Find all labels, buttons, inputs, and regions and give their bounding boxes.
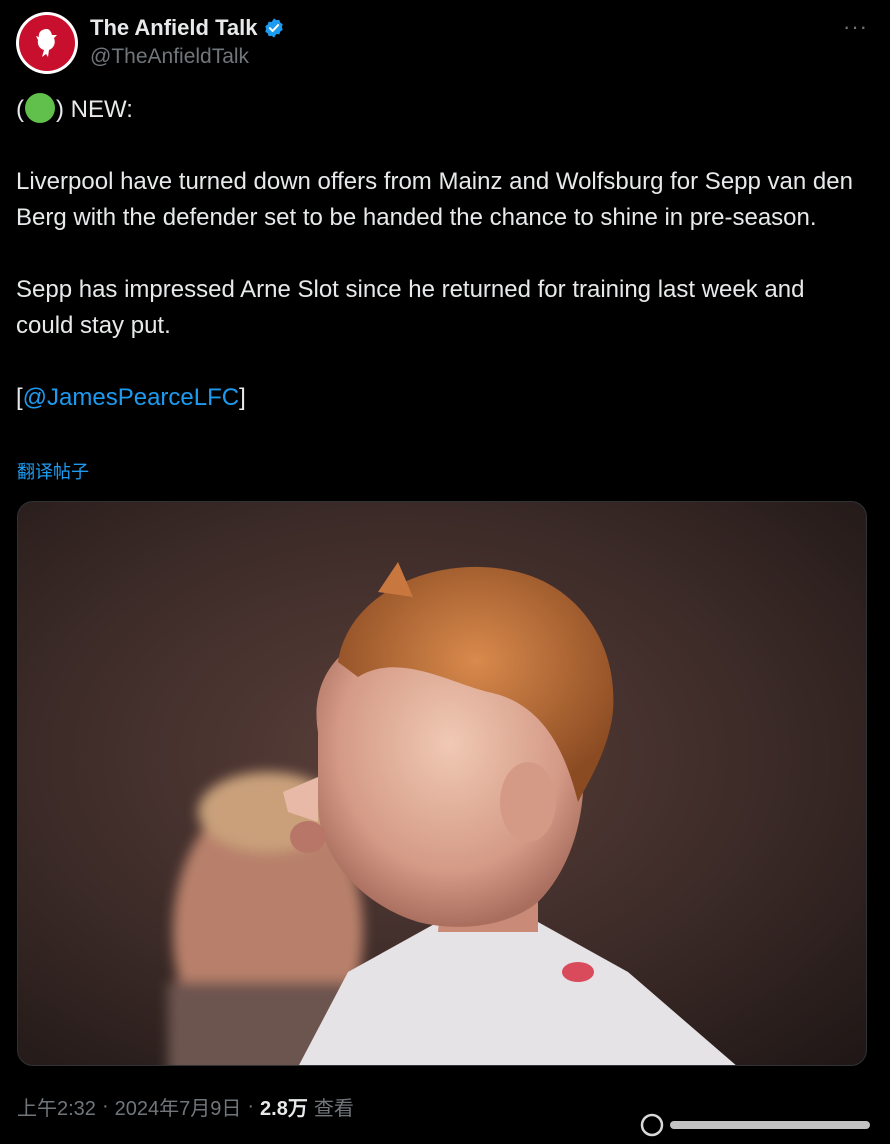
- author-block: The Anfield Talk @TheAnfieldTalk: [90, 14, 285, 71]
- views-label: 查看: [313, 1098, 354, 1120]
- author-display-name[interactable]: The Anfield Talk: [90, 14, 257, 42]
- liverbird-logo-icon: [19, 15, 75, 71]
- watermark-logo: [640, 1112, 876, 1138]
- views-count: 2.8万: [260, 1098, 308, 1120]
- tweet-meta: 上午2:32 · 2024年7月9日 · 2.8万 查看: [17, 1092, 354, 1121]
- verified-badge-icon: [263, 17, 285, 39]
- avatar[interactable]: [16, 12, 78, 74]
- author-handle[interactable]: @TheAnfieldTalk: [90, 43, 285, 71]
- meta-separator-2: ·: [247, 1095, 255, 1117]
- bracket-close: ]: [239, 384, 246, 411]
- mention-link[interactable]: @JamesPearceLFC: [23, 384, 239, 411]
- meta-separator: ·: [101, 1095, 109, 1117]
- more-options-icon[interactable]: ···: [843, 14, 868, 40]
- author-name-row[interactable]: The Anfield Talk: [90, 14, 285, 42]
- tweet-header: The Anfield Talk @TheAnfieldTalk ···: [16, 10, 874, 76]
- paren-open: (: [16, 96, 24, 123]
- tweet-date[interactable]: 2024年7月9日: [115, 1092, 242, 1121]
- translate-post-link[interactable]: 翻译帖子: [17, 458, 89, 484]
- tweet-paragraph-2: Liverpool have turned down offers from M…: [16, 168, 853, 231]
- bracket-open: [: [16, 384, 23, 411]
- new-label: ) NEW:: [56, 96, 133, 123]
- tweet-paragraph-3: Sepp has impressed Arne Slot since he re…: [16, 276, 805, 339]
- tweet-mention-line: [@JamesPearceLFC]: [16, 380, 866, 416]
- player-photo-image[interactable]: [17, 501, 867, 1066]
- tweet-line-new: ( ) NEW:: [16, 92, 866, 128]
- tweet-body: ( ) NEW: Liverpool have turned down offer…: [16, 92, 866, 416]
- green-circle-emoji-icon: [25, 93, 55, 123]
- tweet-time[interactable]: 上午2:32: [17, 1092, 96, 1121]
